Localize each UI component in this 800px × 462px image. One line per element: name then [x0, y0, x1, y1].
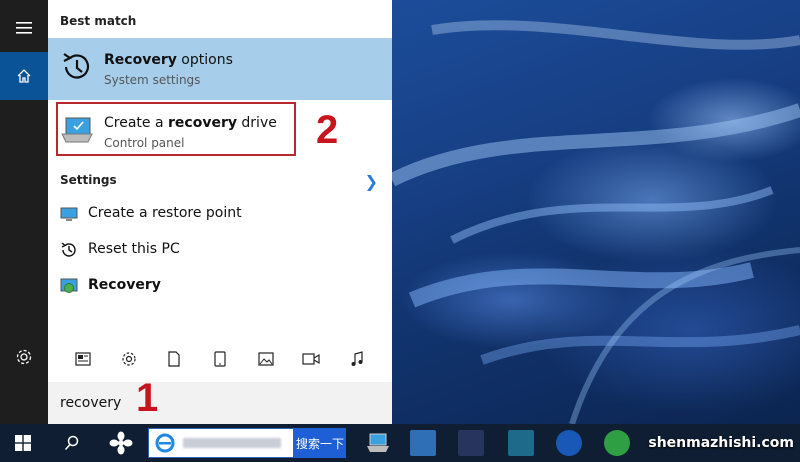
- step-marker-2: 2: [316, 108, 339, 152]
- hamburger-menu-button[interactable]: [0, 6, 48, 50]
- settings-item-label: Reset this PC: [88, 241, 180, 257]
- document-icon[interactable]: [164, 349, 184, 369]
- history-icon: [63, 53, 90, 79]
- home-button[interactable]: [0, 52, 48, 100]
- search-icon: [64, 435, 79, 451]
- taskbar-search-button[interactable]: [52, 424, 92, 462]
- pinned-app-5[interactable]: [604, 430, 630, 456]
- search-input[interactable]: recovery: [48, 382, 392, 424]
- watermark: shenmazhishi.com: [648, 435, 794, 451]
- hamburger-icon: [16, 22, 32, 34]
- pinned-app-computer[interactable]: [360, 424, 396, 462]
- chevron-right-icon[interactable]: ❯: [365, 172, 378, 191]
- pinned-app-4[interactable]: [556, 430, 582, 456]
- search-query: recovery: [60, 395, 122, 411]
- video-icon[interactable]: [301, 349, 321, 369]
- task-view-button[interactable]: [100, 424, 142, 462]
- browser-address-bar[interactable]: [148, 428, 294, 458]
- monitor-icon: [60, 207, 78, 221]
- settings-button[interactable]: [0, 334, 48, 380]
- ie-logo-icon: [155, 433, 175, 453]
- web-search-button[interactable]: 搜索一下: [294, 428, 346, 458]
- best-match-title: Recovery options: [104, 52, 233, 68]
- settings-item-reset-this-pc[interactable]: Reset this PC: [48, 232, 392, 268]
- desktop-wallpaper: [392, 0, 800, 424]
- best-match-item[interactable]: Recovery options System settings: [48, 38, 392, 100]
- settings-item-label: Create a restore point: [88, 205, 242, 221]
- recovery-icon: [60, 278, 78, 293]
- best-match-subtitle: System settings: [104, 73, 201, 87]
- highlight-box: [56, 102, 296, 156]
- image-icon[interactable]: [256, 349, 276, 369]
- settings-heading: Settings: [60, 173, 117, 187]
- blurred-address: [183, 438, 281, 448]
- pinned-app-1[interactable]: [410, 430, 436, 456]
- start-button[interactable]: [0, 424, 46, 462]
- step-marker-1: 1: [136, 376, 159, 420]
- settings-item-label: Recovery: [88, 277, 161, 293]
- news-icon[interactable]: [73, 349, 93, 369]
- search-filter-bar: [48, 340, 392, 378]
- gear-icon[interactable]: [119, 349, 139, 369]
- taskbar: 搜索一下 shenmazhishi.com: [0, 424, 800, 462]
- home-icon: [17, 69, 31, 83]
- windows-logo-icon: [15, 435, 31, 451]
- pinned-app-3[interactable]: [508, 430, 534, 456]
- pinwheel-icon: [109, 431, 133, 455]
- computer-icon: [367, 433, 389, 452]
- best-match-heading: Best match: [60, 14, 137, 28]
- pinned-app-2[interactable]: [458, 430, 484, 456]
- start-rail: [0, 0, 48, 424]
- tablet-icon[interactable]: [210, 349, 230, 369]
- music-icon[interactable]: [347, 349, 367, 369]
- gear-icon: [16, 349, 32, 365]
- history-icon: [61, 242, 76, 257]
- search-results-panel: Best match Recovery options System setti…: [48, 0, 392, 424]
- settings-item-recovery[interactable]: Recovery: [48, 268, 392, 304]
- settings-item-create-restore-point[interactable]: Create a restore point: [48, 196, 392, 232]
